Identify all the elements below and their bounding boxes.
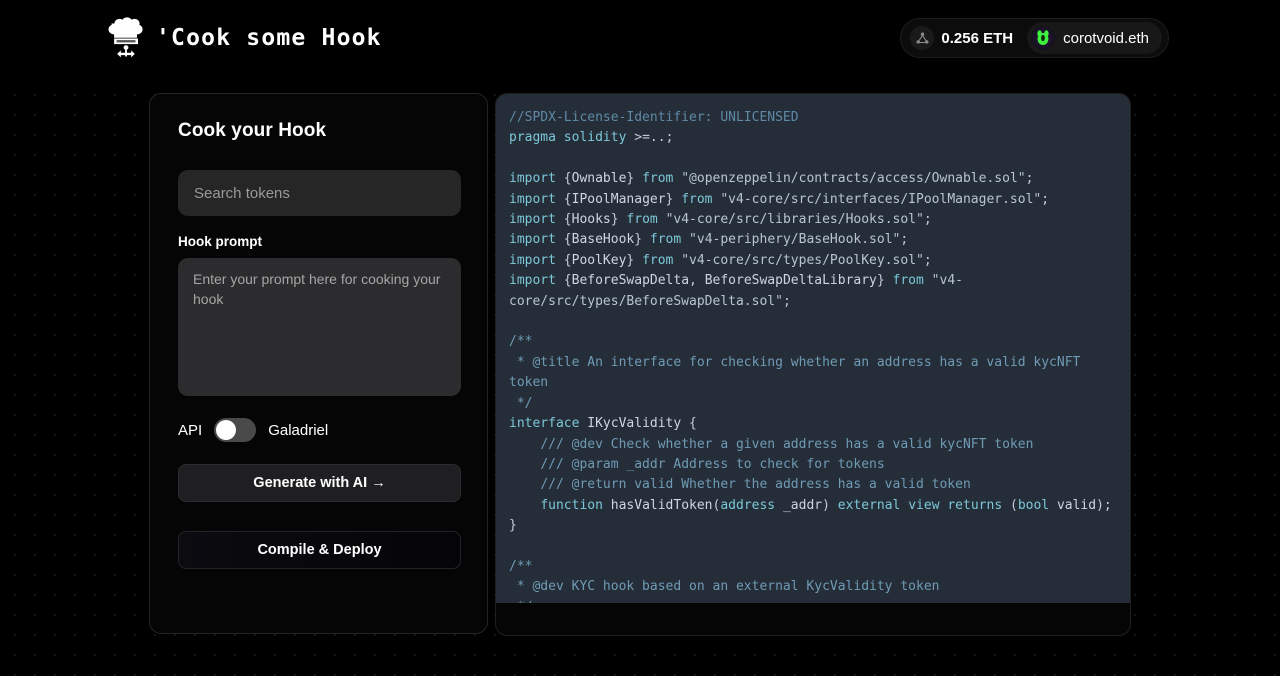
api-toggle-knob [216, 420, 236, 440]
api-provider-label: Galadriel [268, 422, 328, 439]
wallet-balance-chip[interactable]: 0.256 ETH [906, 22, 1023, 54]
cook-your-hook-panel: Cook your Hook Hook prompt API Galadriel… [149, 93, 488, 634]
search-tokens-input[interactable] [178, 170, 461, 216]
api-row: API Galadriel [178, 417, 459, 443]
wallet-account-chip[interactable]: corotvoid.eth [1027, 22, 1162, 54]
hook-prompt-label: Hook prompt [178, 234, 459, 249]
api-label: API [178, 422, 202, 439]
code-editor-panel: //SPDX-License-Identifier: UNLICENSED pr… [495, 93, 1131, 636]
wallet-balance: 0.256 ETH [941, 30, 1013, 47]
network-nodes-icon [910, 26, 934, 50]
code-editor-surface[interactable]: //SPDX-License-Identifier: UNLICENSED pr… [496, 94, 1131, 603]
api-toggle[interactable] [214, 418, 256, 442]
solidity-source-code: //SPDX-License-Identifier: UNLICENSED pr… [509, 108, 1116, 603]
chef-hat-icon [106, 17, 146, 59]
hook-prompt-textarea[interactable] [178, 258, 461, 396]
ens-avatar-icon [1031, 26, 1055, 50]
brand[interactable]: 'Cook some Hook [106, 17, 382, 59]
panel-title: Cook your Hook [178, 120, 459, 142]
compile-deploy-button[interactable]: Compile & Deploy [178, 531, 461, 569]
wallet-widget[interactable]: 0.256 ETH corotvoid.eth [900, 18, 1169, 58]
app-header: 'Cook some Hook 0.256 ETH [0, 0, 1280, 76]
app-title: 'Cook some Hook [156, 25, 382, 51]
generate-with-ai-button[interactable]: Generate with AI → [178, 464, 461, 502]
wallet-account-name: corotvoid.eth [1063, 30, 1149, 47]
